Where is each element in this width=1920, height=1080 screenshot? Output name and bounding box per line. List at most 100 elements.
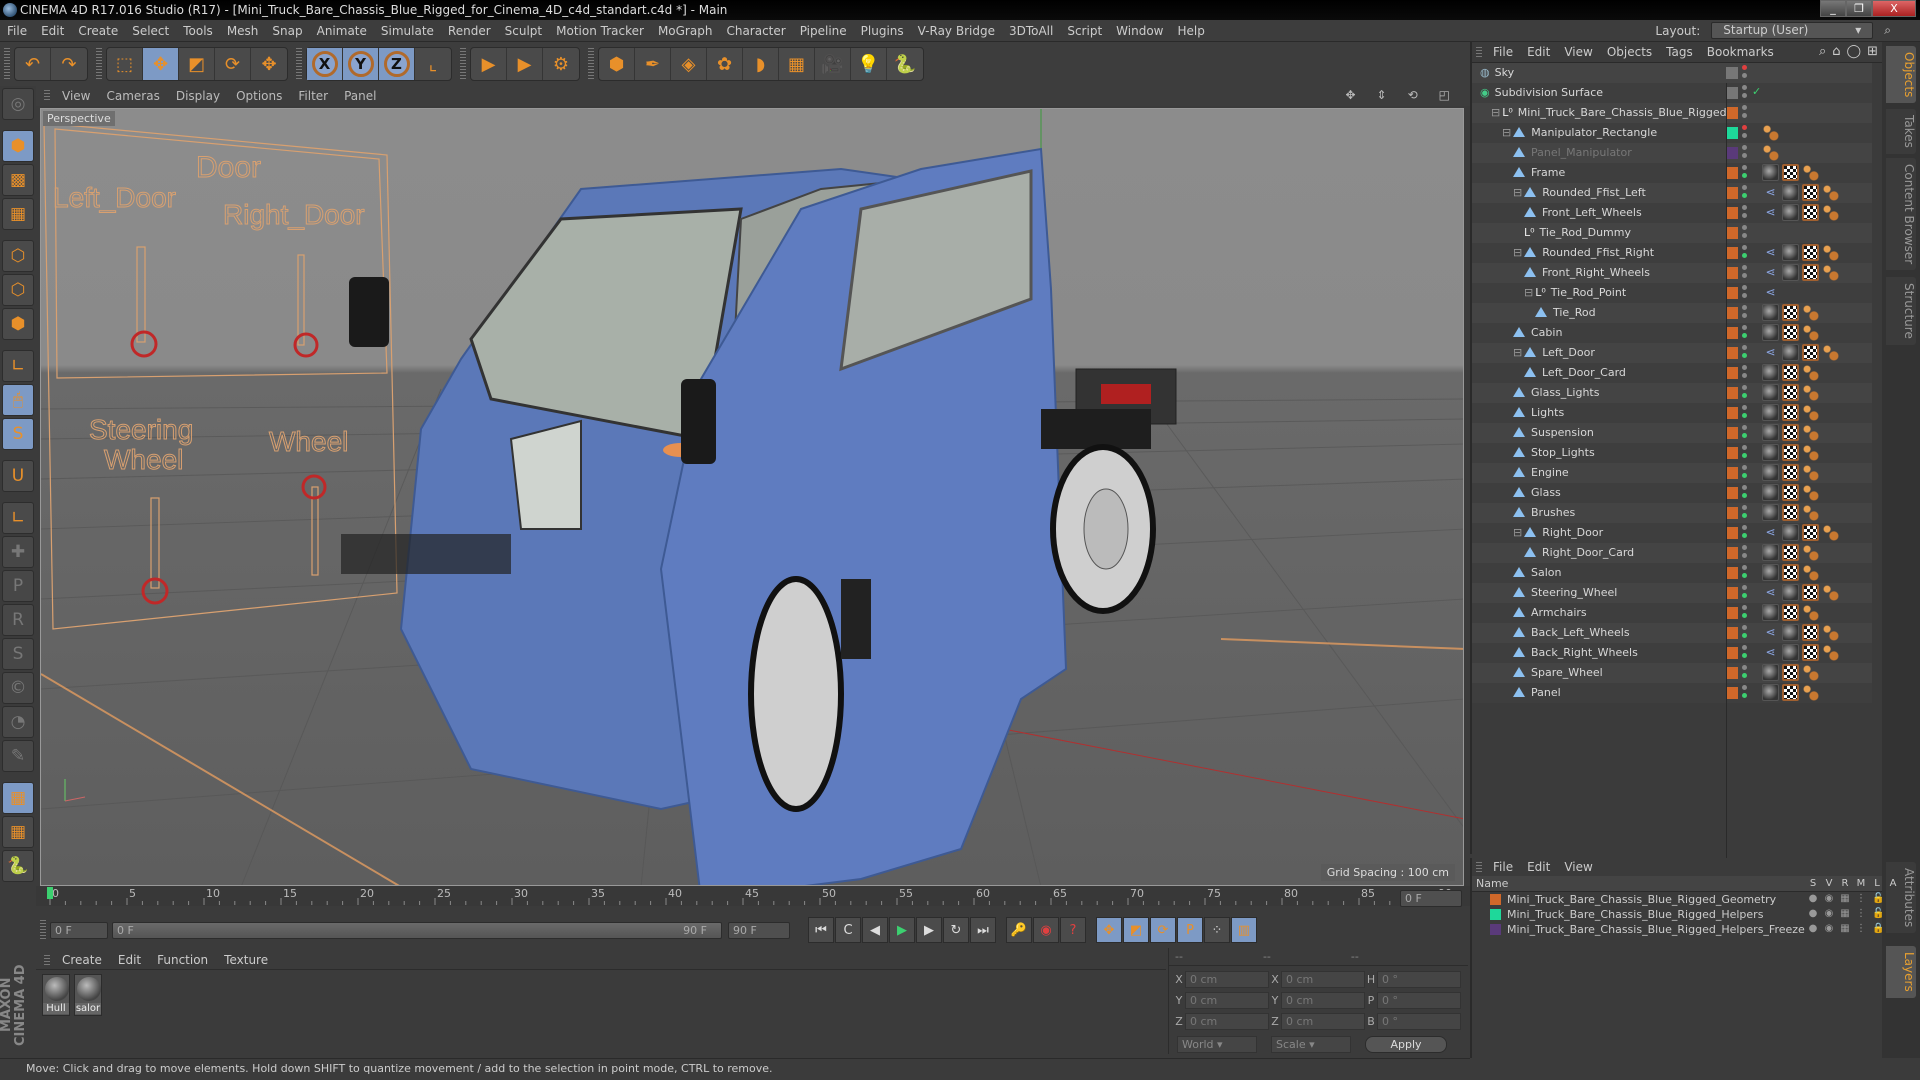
editor-visibility-dot[interactable] <box>1742 245 1747 250</box>
add-keyframe-button[interactable]: ✚ <box>2 536 34 568</box>
cube-button[interactable]: ⬢ <box>599 48 635 80</box>
material-tag-icon[interactable] <box>1762 324 1779 341</box>
timeline-button[interactable]: ▥ <box>1231 917 1257 943</box>
material-tag-icon[interactable] <box>1762 604 1779 621</box>
material-menu-edit[interactable]: Edit <box>110 953 149 967</box>
render-visibility-dot[interactable] <box>1742 533 1747 538</box>
editor-visibility-dot[interactable] <box>1742 585 1747 590</box>
point-tag-icon[interactable] <box>1802 484 1819 501</box>
object-row[interactable]: Front_Right_Wheels ⋖ <box>1472 263 1872 283</box>
menu-mesh[interactable]: Mesh <box>220 24 266 38</box>
render-visibility-dot[interactable] <box>1742 413 1747 418</box>
texture-tag-icon[interactable] <box>1782 164 1799 181</box>
layer-color-swatch[interactable] <box>1726 647 1738 659</box>
material-tag-icon[interactable] <box>1762 464 1779 481</box>
parameter-track-button[interactable]: P <box>1177 917 1203 943</box>
previous-key-button[interactable]: C <box>835 917 861 943</box>
cloner-button[interactable]: ✿ <box>707 48 743 80</box>
layer-manager-grip[interactable] <box>1476 862 1482 872</box>
point-tag-icon[interactable] <box>1802 544 1819 561</box>
rotation-track-button[interactable]: ⟳ <box>1150 917 1176 943</box>
visible-icon[interactable]: ◉ <box>1824 908 1834 919</box>
layer-name-column[interactable]: Name <box>1476 877 1508 890</box>
menu-3dtoall[interactable]: 3DToAll <box>1002 24 1060 38</box>
menu-select[interactable]: Select <box>125 24 176 38</box>
floor-button[interactable]: ▦ <box>779 48 815 80</box>
toolbar-grip[interactable] <box>4 48 10 80</box>
render-visibility-dot[interactable] <box>1742 193 1747 198</box>
layer-color-swatch[interactable] <box>1726 687 1738 699</box>
point-tag-icon[interactable] <box>1802 164 1819 181</box>
editor-visibility-dot[interactable] <box>1742 365 1747 370</box>
texture-tag-icon[interactable] <box>1782 384 1799 401</box>
object-row[interactable]: Steering_Wheel ⋖ <box>1472 583 1872 603</box>
visibility-dots[interactable] <box>1742 205 1748 221</box>
layer-color-swatch[interactable] <box>1726 467 1738 479</box>
layer-color-swatch[interactable] <box>1726 387 1738 399</box>
render-visibility-dot[interactable] <box>1742 93 1747 98</box>
point-tag-icon[interactable] <box>1802 404 1819 421</box>
layer-menu-file[interactable]: File <box>1486 860 1520 874</box>
texture-tag-icon[interactable] <box>1782 564 1799 581</box>
collapse-icon[interactable]: ⊟ <box>1524 286 1533 299</box>
render-visibility-dot[interactable] <box>1742 673 1747 678</box>
render-visibility-dot[interactable] <box>1742 633 1747 638</box>
axis-mode-button[interactable]: ∟ <box>2 350 34 382</box>
material-tag-icon[interactable] <box>1762 484 1779 501</box>
ik-tag-icon[interactable]: ⋖ <box>1762 244 1779 261</box>
key-parameter-button[interactable]: © <box>2 672 34 704</box>
editor-visibility-dot[interactable] <box>1742 285 1747 290</box>
editor-visibility-dot[interactable] <box>1742 205 1747 210</box>
texture-tag-icon[interactable] <box>1782 324 1799 341</box>
visibility-dots[interactable] <box>1742 485 1748 501</box>
material-tag-icon[interactable] <box>1782 524 1799 541</box>
object-row[interactable]: ⊟ Left_Door ⋖ <box>1472 343 1872 363</box>
size-x-field[interactable]: 0 cm <box>1281 970 1365 988</box>
lock-icon[interactable]: 🔓 <box>1872 893 1884 904</box>
material-tag-icon[interactable] <box>1782 344 1799 361</box>
visibility-dots[interactable] <box>1742 665 1748 681</box>
object-row[interactable]: ◍ Sky <box>1472 63 1872 83</box>
end-frame-field[interactable]: 90 F <box>728 921 790 939</box>
texture-tag-icon[interactable] <box>1782 444 1799 461</box>
visibility-dots[interactable] <box>1742 405 1748 421</box>
point-tag-icon[interactable] <box>1802 304 1819 321</box>
menu-v-ray-bridge[interactable]: V-Ray Bridge <box>911 24 1002 38</box>
layer-color-swatch[interactable] <box>1726 107 1738 119</box>
visibility-dots[interactable] <box>1742 305 1748 321</box>
undo-button[interactable]: ↶ <box>15 48 51 80</box>
tweak-mode-button[interactable]: 🖱 <box>2 384 34 416</box>
render-visibility-dot[interactable] <box>1742 233 1747 238</box>
layer-color-swatch[interactable] <box>1726 447 1738 459</box>
point-tag-icon[interactable] <box>1802 564 1819 581</box>
position-z-field[interactable]: 0 cm <box>1185 1012 1269 1030</box>
layer-menu-view[interactable]: View <box>1557 860 1599 874</box>
menu-help[interactable]: Help <box>1170 24 1211 38</box>
menu-create[interactable]: Create <box>71 24 125 38</box>
menu-window[interactable]: Window <box>1109 24 1170 38</box>
layer-menu-edit[interactable]: Edit <box>1520 860 1557 874</box>
point-tag-icon[interactable] <box>1802 364 1819 381</box>
object-row[interactable]: ⊟ Right_Door ⋖ <box>1472 523 1872 543</box>
object-row[interactable]: Stop_Lights <box>1472 443 1872 463</box>
texture-tag-icon[interactable] <box>1802 644 1819 661</box>
workplane-sync-button[interactable]: ▦ <box>2 816 34 848</box>
texture-tag-icon[interactable] <box>1782 604 1799 621</box>
texture-tag-icon[interactable] <box>1782 664 1799 681</box>
go-to-end-button[interactable]: ⏭ <box>970 917 996 943</box>
object-menu-tags[interactable]: Tags <box>1659 45 1700 59</box>
layer-color-swatch[interactable] <box>1726 607 1738 619</box>
point-tag-icon[interactable] <box>1822 644 1839 661</box>
keyframe-selection-button[interactable]: ? <box>1060 917 1086 943</box>
side-tab-structure[interactable]: Structure <box>1886 277 1916 345</box>
material-tag-icon[interactable] <box>1782 584 1799 601</box>
layer-color-swatch[interactable] <box>1490 909 1501 920</box>
side-tab-takes[interactable]: Takes <box>1886 109 1916 154</box>
ik-tag-icon[interactable]: ⋖ <box>1762 344 1779 361</box>
scale-button[interactable]: ◩ <box>179 48 215 80</box>
rotation-b-field[interactable]: 0 ° <box>1377 1012 1461 1030</box>
point-tag-icon[interactable] <box>1822 624 1839 641</box>
visible-icon[interactable]: ◉ <box>1824 893 1834 904</box>
editor-visibility-dot[interactable] <box>1742 505 1747 510</box>
solo-icon[interactable]: ● <box>1808 908 1818 919</box>
